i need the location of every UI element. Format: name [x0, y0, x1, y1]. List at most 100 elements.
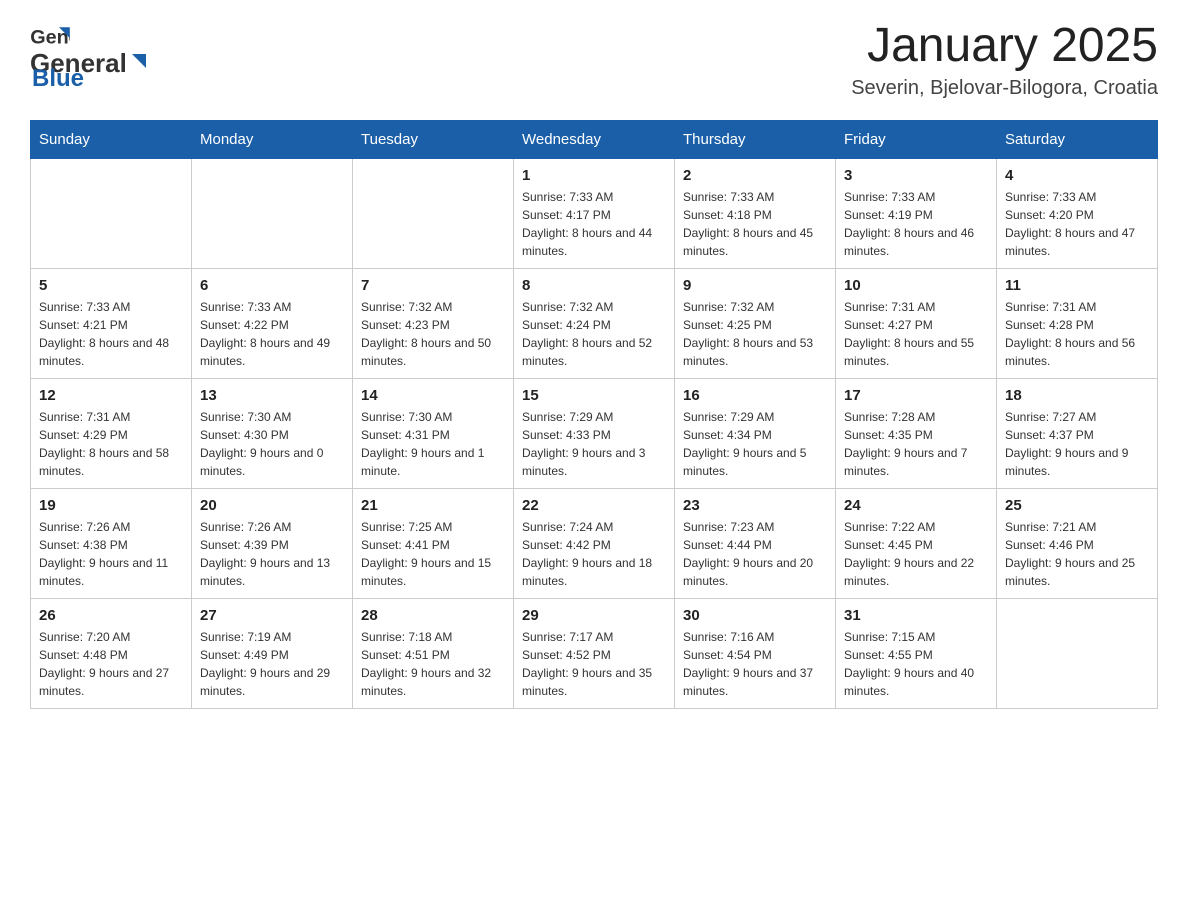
day-info: Sunrise: 7:31 AMSunset: 4:27 PMDaylight:… [844, 298, 988, 370]
day-info: Sunrise: 7:30 AMSunset: 4:31 PMDaylight:… [361, 408, 505, 480]
title-area: January 2025 Severin, Bjelovar-Bilogora,… [851, 20, 1158, 100]
day-info: Sunrise: 7:32 AMSunset: 4:24 PMDaylight:… [522, 298, 666, 370]
day-info: Sunrise: 7:33 AMSunset: 4:17 PMDaylight:… [522, 188, 666, 260]
day-number: 15 [522, 387, 666, 404]
day-info: Sunrise: 7:33 AMSunset: 4:18 PMDaylight:… [683, 188, 827, 260]
table-row: 10 Sunrise: 7:31 AMSunset: 4:27 PMDayligh… [836, 268, 997, 378]
day-info: Sunrise: 7:26 AMSunset: 4:39 PMDaylight:… [200, 518, 344, 590]
table-row: 1 Sunrise: 7:33 AMSunset: 4:17 PMDaylight… [514, 158, 675, 268]
logo-blue: Blue [32, 65, 84, 93]
day-number: 2 [683, 167, 827, 184]
table-row: 5Sunrise: 7:33 AMSunset: 4:21 PMDaylight… [31, 268, 192, 378]
day-info: Sunrise: 7:33 AMSunset: 4:22 PMDaylight:… [200, 298, 344, 370]
day-info: Sunrise: 7:25 AMSunset: 4:41 PMDaylight:… [361, 518, 505, 590]
day-info: Sunrise: 7:18 AMSunset: 4:51 PMDaylight:… [361, 628, 505, 700]
table-row: 12 Sunrise: 7:31 AMSunset: 4:29 PMDayligh… [31, 378, 192, 488]
day-info: Sunrise: 7:16 AMSunset: 4:54 PMDaylight:… [683, 628, 827, 700]
col-friday: Friday [836, 120, 997, 158]
day-info: Sunrise: 7:20 AMSunset: 4:48 PMDaylight:… [39, 628, 183, 700]
day-info: Sunrise: 7:33 AMSunset: 4:19 PMDaylight:… [844, 188, 988, 260]
day-number: 28 [361, 607, 505, 624]
table-row: 30 Sunrise: 7:16 AMSunset: 4:54 PMDayligh… [675, 598, 836, 708]
day-number: 8 [522, 277, 666, 294]
day-number: 16 [683, 387, 827, 404]
day-number: 10 [844, 277, 988, 294]
day-number: 26 [39, 607, 183, 624]
day-info: Sunrise: 7:29 AMSunset: 4:34 PMDaylight:… [683, 408, 827, 480]
day-info: Sunrise: 7:21 AMSunset: 4:46 PMDaylight:… [1005, 518, 1149, 590]
day-number: 19 [39, 497, 183, 514]
day-info: Sunrise: 7:23 AMSunset: 4:44 PMDaylight:… [683, 518, 827, 590]
day-number: 30 [683, 607, 827, 624]
day-info: Sunrise: 7:24 AMSunset: 4:42 PMDaylight:… [522, 518, 666, 590]
col-wednesday: Wednesday [514, 120, 675, 158]
day-number: 9 [683, 277, 827, 294]
calendar-week-row: 12 Sunrise: 7:31 AMSunset: 4:29 PMDayligh… [31, 378, 1158, 488]
col-sunday: Sunday [31, 120, 192, 158]
logo: General [30, 20, 72, 56]
table-row [353, 158, 514, 268]
table-row: 17 Sunrise: 7:28 AMSunset: 4:35 PMDayligh… [836, 378, 997, 488]
table-row: 13 Sunrise: 7:30 AMSunset: 4:30 PMDayligh… [192, 378, 353, 488]
day-number: 18 [1005, 387, 1149, 404]
table-row: 23 Sunrise: 7:23 AMSunset: 4:44 PMDayligh… [675, 488, 836, 598]
day-info: Sunrise: 7:15 AMSunset: 4:55 PMDaylight:… [844, 628, 988, 700]
day-number: 1 [522, 167, 666, 184]
logo-arrow-icon [128, 50, 150, 72]
day-number: 6 [200, 277, 344, 294]
table-row: 14 Sunrise: 7:30 AMSunset: 4:31 PMDayligh… [353, 378, 514, 488]
table-row: 18 Sunrise: 7:27 AMSunset: 4:37 PMDayligh… [997, 378, 1158, 488]
day-info: Sunrise: 7:30 AMSunset: 4:30 PMDaylight:… [200, 408, 344, 480]
day-number: 11 [1005, 277, 1149, 294]
day-number: 22 [522, 497, 666, 514]
col-monday: Monday [192, 120, 353, 158]
logo-area: General General Blue [30, 20, 151, 93]
location-title: Severin, Bjelovar-Bilogora, Croatia [851, 77, 1158, 100]
day-number: 3 [844, 167, 988, 184]
day-number: 13 [200, 387, 344, 404]
table-row: 3 Sunrise: 7:33 AMSunset: 4:19 PMDaylight… [836, 158, 997, 268]
day-info: Sunrise: 7:31 AMSunset: 4:29 PMDaylight:… [39, 408, 183, 480]
table-row: 9 Sunrise: 7:32 AMSunset: 4:25 PMDaylight… [675, 268, 836, 378]
day-number: 7 [361, 277, 505, 294]
page-header: General General Blue January 2025 Severi… [30, 20, 1158, 100]
day-info: Sunrise: 7:32 AMSunset: 4:25 PMDaylight:… [683, 298, 827, 370]
col-saturday: Saturday [997, 120, 1158, 158]
day-number: 21 [361, 497, 505, 514]
day-number: 24 [844, 497, 988, 514]
table-row [192, 158, 353, 268]
day-number: 5 [39, 277, 183, 294]
table-row: 15 Sunrise: 7:29 AMSunset: 4:33 PMDayligh… [514, 378, 675, 488]
day-info: Sunrise: 7:27 AMSunset: 4:37 PMDaylight:… [1005, 408, 1149, 480]
day-number: 31 [844, 607, 988, 624]
table-row: 11Sunrise: 7:31 AMSunset: 4:28 PMDayligh… [997, 268, 1158, 378]
table-row [997, 598, 1158, 708]
table-row: 22 Sunrise: 7:24 AMSunset: 4:42 PMDayligh… [514, 488, 675, 598]
day-number: 20 [200, 497, 344, 514]
col-thursday: Thursday [675, 120, 836, 158]
calendar-week-row: 5Sunrise: 7:33 AMSunset: 4:21 PMDaylight… [31, 268, 1158, 378]
day-info: Sunrise: 7:26 AMSunset: 4:38 PMDaylight:… [39, 518, 183, 590]
day-number: 4 [1005, 167, 1149, 184]
calendar-week-row: 26 Sunrise: 7:20 AMSunset: 4:48 PMDayligh… [31, 598, 1158, 708]
table-row: 16 Sunrise: 7:29 AMSunset: 4:34 PMDayligh… [675, 378, 836, 488]
day-number: 27 [200, 607, 344, 624]
table-row: 2 Sunrise: 7:33 AMSunset: 4:18 PMDaylight… [675, 158, 836, 268]
day-number: 12 [39, 387, 183, 404]
day-number: 29 [522, 607, 666, 624]
day-info: Sunrise: 7:33 AMSunset: 4:20 PMDaylight:… [1005, 188, 1149, 260]
table-row: 21 Sunrise: 7:25 AMSunset: 4:41 PMDayligh… [353, 488, 514, 598]
day-info: Sunrise: 7:28 AMSunset: 4:35 PMDaylight:… [844, 408, 988, 480]
day-number: 14 [361, 387, 505, 404]
day-info: Sunrise: 7:29 AMSunset: 4:33 PMDaylight:… [522, 408, 666, 480]
table-row: 26 Sunrise: 7:20 AMSunset: 4:48 PMDayligh… [31, 598, 192, 708]
day-number: 25 [1005, 497, 1149, 514]
day-number: 17 [844, 387, 988, 404]
day-number: 23 [683, 497, 827, 514]
table-row: 7Sunrise: 7:32 AMSunset: 4:23 PMDaylight… [353, 268, 514, 378]
table-row: 4 Sunrise: 7:33 AMSunset: 4:20 PMDaylight… [997, 158, 1158, 268]
day-info: Sunrise: 7:19 AMSunset: 4:49 PMDaylight:… [200, 628, 344, 700]
table-row [31, 158, 192, 268]
table-row: 6 Sunrise: 7:33 AMSunset: 4:22 PMDaylight… [192, 268, 353, 378]
calendar-week-row: 1 Sunrise: 7:33 AMSunset: 4:17 PMDaylight… [31, 158, 1158, 268]
